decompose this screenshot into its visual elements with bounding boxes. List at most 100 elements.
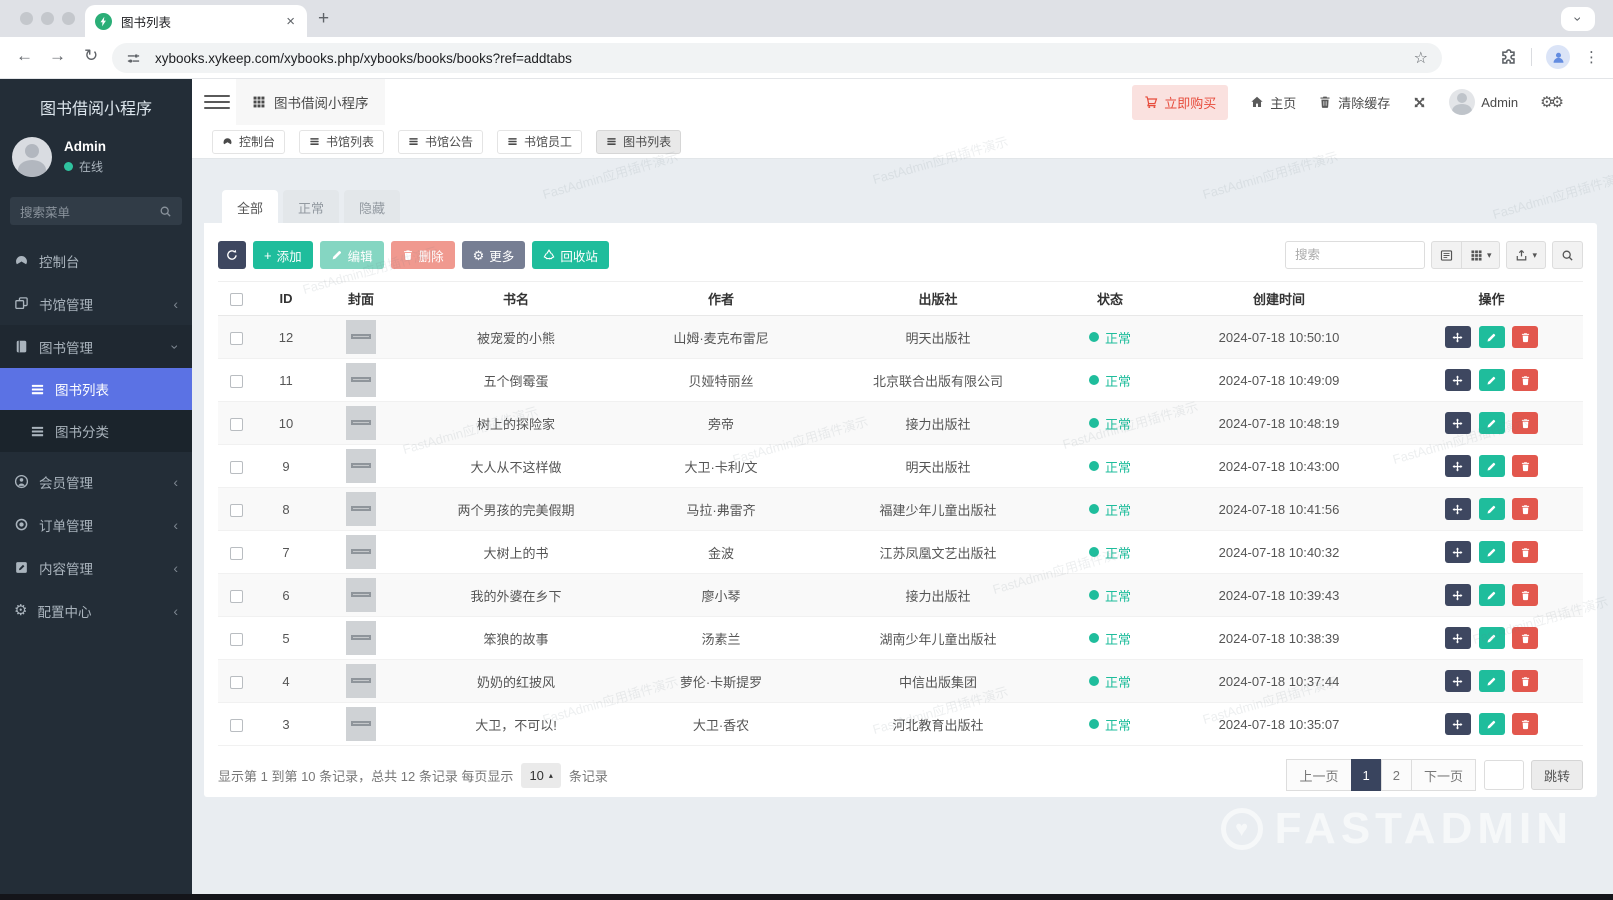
row-checkbox[interactable] [229,417,243,431]
book-cover-thumbnail[interactable] [346,535,376,569]
buy-now-button[interactable]: 立即购买 [1132,84,1229,120]
fullscreen-icon[interactable] [1409,91,1430,112]
page-size-select[interactable]: 10 ▴ [521,762,561,788]
row-checkbox[interactable] [229,460,243,474]
site-settings-icon[interactable] [126,51,141,66]
browser-tab[interactable]: 图书列表 × [85,5,307,37]
user-avatar[interactable] [12,137,52,177]
tab-library-staff[interactable]: 书馆员工 [497,129,583,154]
jump-button[interactable]: 跳转 [1530,760,1583,790]
tab-close-icon[interactable]: × [284,13,297,30]
bookmark-star-icon[interactable]: ☆ [1414,48,1428,68]
forward-button[interactable]: → [49,46,66,66]
edit-button[interactable]: 编辑 [319,241,384,269]
row-move-button[interactable] [1444,541,1471,563]
row-move-button[interactable] [1444,455,1471,477]
row-move-button[interactable] [1444,412,1471,434]
row-delete-button[interactable] [1512,627,1539,649]
row-move-button[interactable] [1444,670,1471,692]
row-delete-button[interactable] [1512,412,1539,434]
row-edit-button[interactable] [1478,627,1505,649]
columns-button[interactable]: ▾ [1461,241,1501,269]
navbar-user-menu[interactable]: Admin [1449,89,1518,115]
back-button[interactable]: ← [16,46,33,66]
search-toggle-button[interactable] [1552,241,1583,269]
prev-page-button[interactable]: 上一页 [1286,759,1352,791]
page-button-2[interactable]: 2 [1380,759,1412,791]
browser-profile-avatar[interactable] [1546,45,1570,69]
row-delete-button[interactable] [1512,541,1539,563]
window-minimize-button[interactable] [41,12,54,25]
row-move-button[interactable] [1444,326,1471,348]
book-cover-thumbnail[interactable] [346,449,376,483]
sidebar-item-order-mgmt[interactable]: 订单管理 ‹ [0,503,192,546]
settings-gears-icon[interactable]: ⚙⚙ [1540,93,1564,111]
row-delete-button[interactable] [1512,326,1539,348]
book-cover-thumbnail[interactable] [346,578,376,612]
row-delete-button[interactable] [1512,584,1539,606]
table-search-input[interactable] [1284,241,1425,269]
row-edit-button[interactable] [1478,670,1505,692]
row-edit-button[interactable] [1478,412,1505,434]
window-zoom-button[interactable] [62,12,75,25]
extensions-icon[interactable] [1499,48,1517,66]
row-move-button[interactable] [1444,369,1471,391]
sidebar-item-book-list[interactable]: 图书列表 [0,368,192,410]
row-delete-button[interactable] [1512,455,1539,477]
tab-search-button[interactable]: › [1561,7,1595,31]
book-cover-thumbnail[interactable] [346,664,376,698]
row-checkbox[interactable] [229,589,243,603]
home-button[interactable]: 主页 [1250,93,1296,112]
filter-tab-hidden[interactable]: 隐藏 [344,190,401,224]
sidebar-item-book-mgmt[interactable]: 图书管理 › [0,325,192,368]
page-button-1[interactable]: 1 [1350,759,1382,791]
sidebar-item-member-mgmt[interactable]: 会员管理 ‹ [0,460,192,503]
next-page-button[interactable]: 下一页 [1410,759,1476,791]
sidebar-item-content-mgmt[interactable]: 内容管理 ‹ [0,546,192,589]
clear-cache-button[interactable]: 清除缓存 [1318,93,1390,112]
recycle-bin-button[interactable]: 回收站 [532,241,609,269]
jump-page-input[interactable] [1483,760,1524,790]
filter-tab-all[interactable]: 全部 [222,190,279,224]
book-cover-thumbnail[interactable] [346,492,376,526]
add-button[interactable]: + 添加 [253,241,313,269]
book-cover-thumbnail[interactable] [346,406,376,440]
row-edit-button[interactable] [1478,455,1505,477]
tab-library-list[interactable]: 书馆列表 [299,129,385,154]
filter-tab-normal[interactable]: 正常 [283,190,340,224]
window-close-button[interactable] [20,12,33,25]
row-checkbox[interactable] [229,374,243,388]
row-delete-button[interactable] [1512,369,1539,391]
browser-menu-icon[interactable]: ⋮ [1584,48,1599,66]
book-cover-thumbnail[interactable] [346,363,376,397]
row-checkbox[interactable] [229,632,243,646]
export-button[interactable]: ▾ [1506,241,1546,269]
row-edit-button[interactable] [1478,584,1505,606]
new-tab-button[interactable]: + [318,8,329,30]
row-move-button[interactable] [1444,498,1471,520]
book-cover-thumbnail[interactable] [346,707,376,741]
navbar-app-title-block[interactable]: 图书借阅小程序 [236,79,385,125]
reload-button[interactable]: ↻ [84,46,98,66]
row-checkbox[interactable] [229,503,243,517]
row-edit-button[interactable] [1478,713,1505,735]
row-move-button[interactable] [1444,627,1471,649]
tab-library-notice[interactable]: 书馆公告 [398,129,484,154]
row-move-button[interactable] [1444,713,1471,735]
row-edit-button[interactable] [1478,326,1505,348]
tab-book-list[interactable]: 图书列表 [596,129,682,154]
tab-dashboard[interactable]: 控制台 [212,129,286,154]
detail-view-button[interactable] [1430,241,1462,269]
row-edit-button[interactable] [1478,369,1505,391]
url-field[interactable]: xybooks.xykeep.com/xybooks.php/xybooks/b… [112,43,1442,73]
row-delete-button[interactable] [1512,670,1539,692]
row-delete-button[interactable] [1512,498,1539,520]
book-cover-thumbnail[interactable] [346,320,376,354]
sidebar-item-dashboard[interactable]: 控制台 [0,239,192,282]
row-checkbox[interactable] [229,675,243,689]
row-checkbox[interactable] [229,546,243,560]
sidebar-item-config-center[interactable]: ⚙ 配置中心 ‹ [0,589,192,632]
sidebar-item-book-category[interactable]: 图书分类 [0,410,192,452]
sidebar-item-library-mgmt[interactable]: 书馆管理 ‹ [0,282,192,325]
delete-button[interactable]: 删除 [390,241,455,269]
